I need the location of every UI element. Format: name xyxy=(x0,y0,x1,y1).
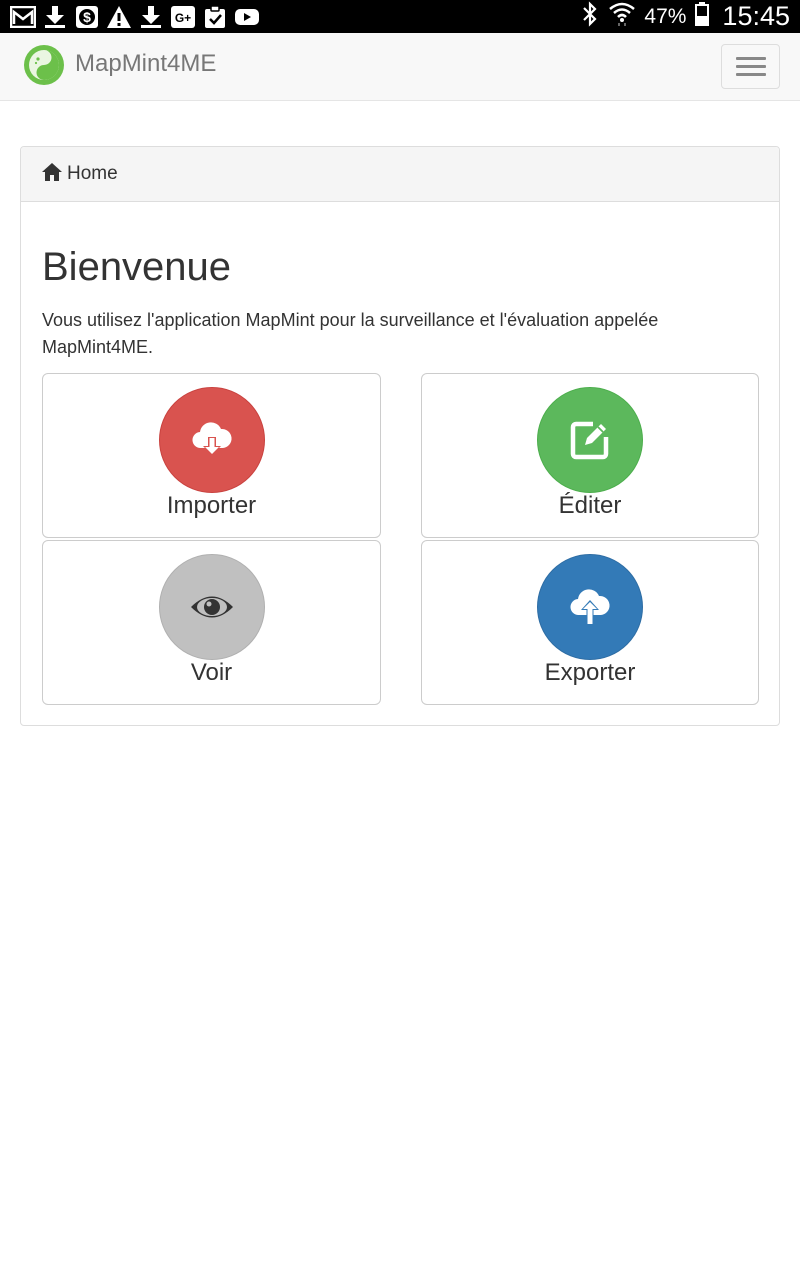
menu-toggle-button[interactable] xyxy=(721,44,780,89)
mapmint-logo-icon[interactable] xyxy=(22,43,66,87)
dollar-icon: $ xyxy=(74,5,100,29)
export-tile[interactable]: Exporter xyxy=(421,540,759,705)
warning-icon xyxy=(106,5,132,29)
cloud-download-icon xyxy=(158,387,265,493)
edit-tile[interactable]: Éditer xyxy=(421,373,759,538)
home-icon[interactable] xyxy=(41,162,63,187)
import-tile[interactable]: Importer xyxy=(42,373,381,538)
edit-label: Éditer xyxy=(558,492,622,519)
hamburger-icon xyxy=(735,65,766,68)
breadcrumb: Home xyxy=(21,147,779,202)
google-plus-icon: G+ xyxy=(170,5,196,29)
eye-icon xyxy=(158,554,265,660)
status-bar: $ G+ 47% 15:45 xyxy=(0,0,800,33)
main-panel: Home Bienvenue Vous utilisez l'applicati… xyxy=(20,146,780,726)
svg-text:$: $ xyxy=(83,9,91,25)
notification-icons: $ G+ xyxy=(10,4,260,30)
bluetooth-icon xyxy=(580,1,600,32)
import-label: Importer xyxy=(166,492,257,519)
wifi-icon xyxy=(608,1,636,32)
download-icon xyxy=(42,5,68,29)
view-tile[interactable]: Voir xyxy=(42,540,381,705)
battery-icon xyxy=(694,1,710,32)
clock: 15:45 xyxy=(722,1,790,31)
svg-text:G+: G+ xyxy=(175,11,191,25)
hamburger-icon xyxy=(735,57,766,60)
navbar: MapMint4ME xyxy=(0,33,800,101)
hamburger-icon xyxy=(735,73,766,76)
gmail-icon xyxy=(10,5,36,29)
welcome-text: Vous utilisez l'application MapMint pour… xyxy=(42,310,659,357)
page-title: Bienvenue xyxy=(42,245,232,289)
export-label: Exporter xyxy=(544,659,636,686)
view-label: Voir xyxy=(190,659,233,686)
app-title[interactable]: MapMint4ME xyxy=(75,50,216,78)
breadcrumb-home[interactable]: Home xyxy=(67,163,118,185)
clipboard-check-icon xyxy=(202,5,228,29)
battery-percent: 47% xyxy=(644,4,687,28)
system-status: 47% 15:45 xyxy=(580,0,790,33)
edit-icon xyxy=(537,387,643,493)
download-icon xyxy=(138,5,164,29)
youtube-icon xyxy=(234,5,260,29)
cloud-upload-icon xyxy=(537,554,643,660)
